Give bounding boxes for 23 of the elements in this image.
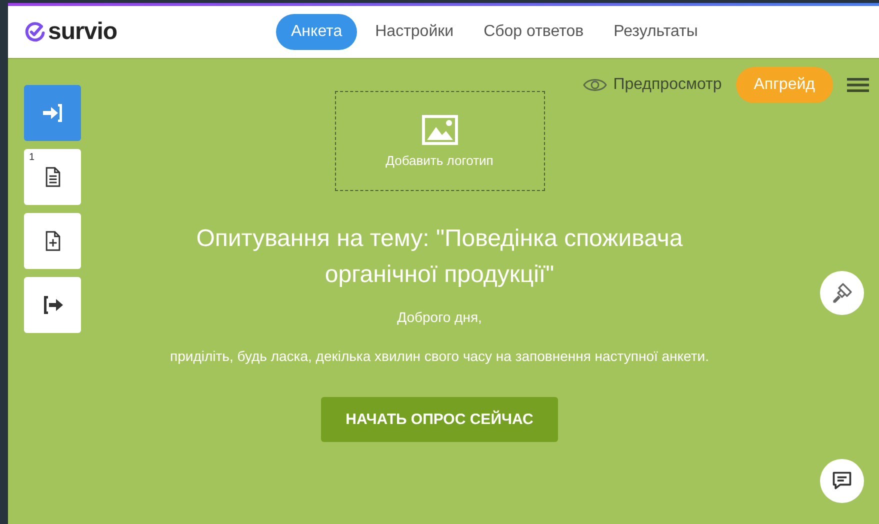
logo-text: survio <box>48 18 118 46</box>
design-button[interactable] <box>820 271 864 315</box>
nav-tab[interactable]: Результаты <box>602 14 710 50</box>
menu-icon[interactable] <box>847 77 869 93</box>
eye-icon <box>583 77 608 93</box>
nav-tab[interactable]: Сбор ответов <box>472 14 596 50</box>
brush-icon <box>830 281 854 305</box>
page-button[interactable]: 1 <box>24 149 81 205</box>
chat-button[interactable] <box>820 459 864 503</box>
enter-icon <box>40 101 64 125</box>
logo-icon <box>24 21 46 43</box>
nav-tab[interactable]: Настройки <box>363 14 466 50</box>
intro-text: приділіть, будь ласка, декілька хвилин свого часу на заповнення наступної анкети. <box>169 347 710 366</box>
survey-title: Опитування на тему: "Поведінка споживача органічної продукції" <box>195 224 684 290</box>
chat-icon <box>831 470 853 492</box>
image-icon <box>422 114 458 144</box>
start-button[interactable]: НАЧАТЬ ОПРОС СЕЙЧАС <box>320 397 558 442</box>
page-number: 1 <box>29 152 35 163</box>
page-button[interactable] <box>24 277 81 333</box>
preview-button[interactable]: Предпросмотр <box>583 76 722 94</box>
nav-tab[interactable]: Анкета <box>276 14 358 50</box>
greeting-text: Доброго дня, <box>397 309 482 325</box>
page-button[interactable] <box>24 213 81 269</box>
